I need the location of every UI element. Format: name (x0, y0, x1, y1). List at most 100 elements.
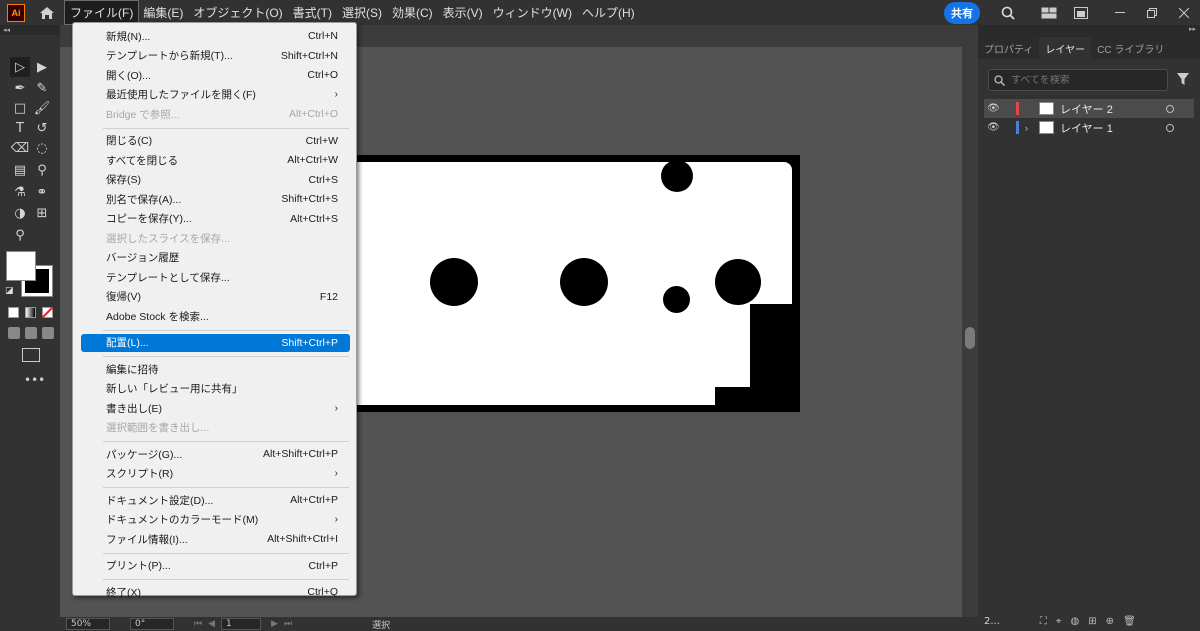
collect-export-icon[interactable]: ⛶ (1040, 616, 1047, 627)
workspace-icon[interactable] (1040, 4, 1058, 22)
file-menu-item[interactable]: 書き出し(E) › (81, 399, 350, 417)
pen-tool-icon[interactable]: ✒ (10, 78, 30, 98)
file-menu-item[interactable]: 終了(X) Ctrl+Q (81, 583, 350, 601)
file-menu-item[interactable]: ドキュメントのカラーモード(M) › (81, 511, 350, 529)
menu-item[interactable]: ヘルプ(H) (577, 1, 640, 24)
rectangle-tool-icon[interactable]: □ (10, 98, 30, 118)
default-colors-icon[interactable]: ◪ (5, 286, 15, 296)
menu-item[interactable]: 書式(T) (288, 1, 337, 24)
layer-row[interactable]: 👁 レイヤー 2 (984, 99, 1194, 118)
file-menu-item[interactable]: 別名で保存(A)... Shift+Ctrl+S (81, 190, 350, 208)
file-menu-item[interactable]: スクリプト(R) › (81, 465, 350, 483)
circle-shape[interactable] (430, 258, 478, 306)
file-menu-item[interactable]: バージョン履歴 (81, 249, 350, 267)
file-menu-item[interactable]: コピーを保存(Y)... Alt+Ctrl+S (81, 210, 350, 228)
eraser-tool-icon[interactable]: ⌫ (10, 138, 30, 158)
direct-selection-tool-icon[interactable]: ▶ (32, 57, 52, 77)
delete-icon[interactable]: 🗑 (1123, 616, 1136, 627)
artboard-tool-icon[interactable]: ⊞ (32, 203, 52, 223)
new-sublayer-icon[interactable]: ⊞ (1088, 616, 1096, 627)
close-icon[interactable] (1175, 4, 1193, 22)
panel-collapse-handle[interactable]: ▸▸ (978, 25, 1200, 37)
toolbar-collapse-handle[interactable]: ◂◂ (0, 25, 60, 35)
file-menu-item[interactable]: 保存(S) Ctrl+S (81, 171, 350, 189)
vertical-scroll-thumb[interactable] (965, 327, 975, 349)
eyedropper-tool-icon[interactable]: ⚗ (10, 182, 30, 202)
prev-artboard-icon[interactable]: ◀ (208, 619, 215, 629)
width-tool-icon[interactable]: ⚲ (32, 160, 52, 180)
file-menu-item[interactable]: テンプレートから新規(T)... Shift+Ctrl+N (81, 47, 350, 65)
file-menu-item[interactable]: テンプレートとして保存... (81, 268, 350, 286)
search-icon[interactable] (999, 4, 1017, 22)
file-menu-item[interactable]: パッケージ(G)... Alt+Shift+Ctrl+P (81, 445, 350, 463)
menu-item[interactable]: ウィンドウ(W) (488, 1, 577, 24)
expand-chevron-icon[interactable]: › (1025, 123, 1035, 133)
file-menu-item[interactable]: 新規(N)... Ctrl+N (81, 27, 350, 45)
draw-behind-icon[interactable] (25, 327, 37, 339)
file-menu-item[interactable]: 閉じる(C) Ctrl+W (81, 132, 350, 150)
rotate-tool-icon[interactable]: ↺ (32, 118, 52, 138)
locate-object-icon[interactable]: ⌖ (1056, 616, 1062, 627)
draw-inside-icon[interactable] (42, 327, 54, 339)
zoom-tool-icon[interactable]: ⚲ (10, 225, 30, 245)
menu-item[interactable]: 選択(S) (337, 1, 387, 24)
gradient-tool-icon[interactable]: ▤ (10, 160, 30, 180)
make-clipping-mask-icon[interactable]: ◍ (1071, 616, 1080, 627)
draw-normal-icon[interactable] (8, 327, 20, 339)
more-tools-icon[interactable]: ••• (24, 374, 45, 386)
file-menu-item[interactable]: プリント(P)... Ctrl+P (81, 557, 350, 575)
arrange-documents-icon[interactable] (1072, 4, 1090, 22)
menu-item[interactable]: ファイル(F) (63, 0, 140, 25)
none-mode-icon[interactable] (42, 307, 53, 318)
filter-icon[interactable] (1176, 72, 1192, 88)
file-menu-item[interactable]: 最近使用したファイルを開く(F) › (81, 86, 350, 104)
file-menu-item[interactable]: 復帰(V) F12 (81, 288, 350, 306)
circle-shape[interactable] (661, 160, 693, 192)
menu-item[interactable]: 効果(C) (387, 1, 438, 24)
circle-shape[interactable] (560, 258, 608, 306)
menu-item[interactable]: 表示(V) (438, 1, 488, 24)
file-menu-item[interactable]: ファイル情報(I)... Alt+Shift+Ctrl+I (81, 530, 350, 548)
file-menu-item[interactable]: 配置(L)... Shift+Ctrl+P (81, 333, 350, 352)
blend-tool-icon[interactable]: ⚭ (32, 182, 52, 202)
color-mode-icon[interactable] (8, 307, 19, 318)
panel-tab[interactable]: プロパティ (978, 37, 1039, 59)
panel-tab[interactable]: レイヤー (1039, 37, 1092, 59)
file-menu-item[interactable]: すべてを閉じる Alt+Ctrl+W (81, 151, 350, 169)
type-tool-icon[interactable]: T (10, 118, 30, 138)
menu-item[interactable]: 編集(E) (138, 1, 188, 24)
restore-icon[interactable] (1143, 4, 1161, 22)
layer-row[interactable]: 👁 › レイヤー 1 (984, 118, 1194, 137)
rotate-field[interactable]: 0° (130, 618, 174, 630)
next-artboard-icon[interactable]: ▶ (271, 619, 278, 629)
home-icon[interactable] (37, 4, 57, 22)
first-artboard-icon[interactable]: ⏮ (194, 619, 202, 629)
layer-target-icon[interactable] (1166, 123, 1174, 132)
lasso-tool-icon[interactable]: ◌ (32, 138, 52, 158)
share-button[interactable]: 共有 (944, 1, 980, 24)
zoom-field[interactable]: 50% (66, 618, 110, 630)
fill-swatch-front[interactable] (6, 251, 36, 281)
circle-shape[interactable] (715, 259, 761, 305)
curvature-tool-icon[interactable]: ✎ (32, 78, 52, 98)
new-layer-icon[interactable]: ⊕ (1106, 616, 1114, 627)
layer-search-field[interactable] (988, 69, 1168, 91)
circle-shape[interactable] (663, 286, 690, 313)
file-menu-item[interactable]: 開く(O)... Ctrl+O (81, 66, 350, 84)
file-menu-item[interactable]: 編集に招待 (81, 360, 350, 378)
paintbrush-tool-icon[interactable]: 🖌 (32, 98, 52, 118)
screen-mode-icon[interactable] (22, 348, 40, 362)
layer-search-input[interactable] (1011, 74, 1161, 86)
panel-tab[interactable]: CC ライブラリ (1091, 37, 1170, 59)
minimize-icon[interactable] (1111, 4, 1129, 22)
visibility-eye-icon[interactable]: 👁 (987, 122, 1001, 133)
layer-target-icon[interactable] (1166, 104, 1174, 113)
status-mode[interactable]: 選択 (372, 618, 390, 631)
file-menu-item[interactable]: Adobe Stock を検索... (81, 307, 350, 325)
shape-builder-tool-icon[interactable]: ◑ (10, 203, 30, 223)
last-artboard-icon[interactable]: ⏭ (284, 619, 292, 629)
visibility-eye-icon[interactable]: 👁 (987, 103, 1001, 114)
menu-item[interactable]: オブジェクト(O) (188, 1, 287, 24)
gradient-mode-icon[interactable] (25, 307, 36, 318)
selection-tool-icon[interactable]: ▷ (10, 57, 30, 77)
